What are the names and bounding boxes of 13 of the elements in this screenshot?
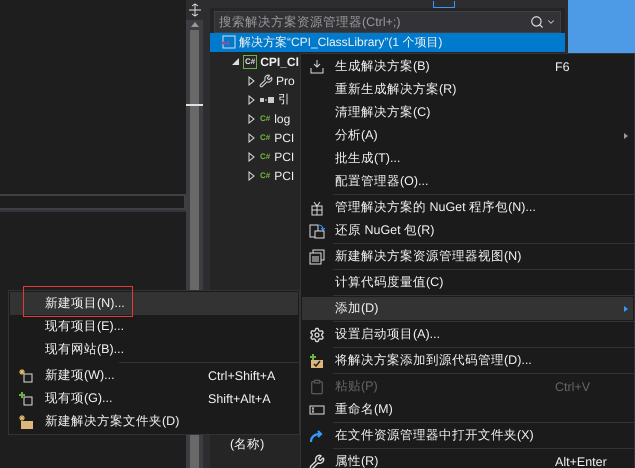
tree-label: PCI xyxy=(274,168,294,182)
tree-label: log xyxy=(274,112,290,126)
tree-label: PCI xyxy=(274,130,294,144)
csharp-label: C# xyxy=(259,134,272,142)
csharp-label: C# xyxy=(259,114,272,122)
csharp-label: C# xyxy=(259,152,272,160)
tree-label: CPI_Cl xyxy=(260,54,299,68)
csharp-label: C# xyxy=(243,54,258,68)
tree-label: 解决方案“CPI_ClassLibrary”(1 个项目) xyxy=(239,34,442,51)
csharp-label: C# xyxy=(259,172,272,180)
tree-label: 引 xyxy=(278,91,290,108)
tree-label: Pro xyxy=(276,74,295,88)
tree-label: PCI xyxy=(274,150,294,164)
